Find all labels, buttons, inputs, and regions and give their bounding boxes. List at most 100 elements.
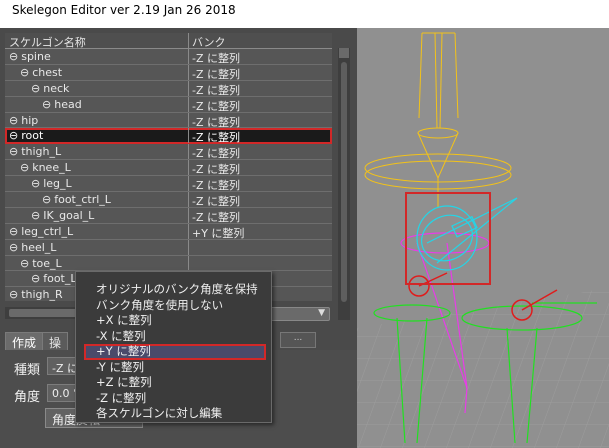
type-label: 種類	[14, 363, 41, 378]
collapse-icon[interactable]: ⊖	[9, 241, 18, 254]
bank-value[interactable]: -Z に整列	[192, 82, 240, 98]
column-divider	[188, 192, 189, 207]
skelegon-name: ⊖ toe_L	[20, 257, 62, 270]
tree-row[interactable]: ⊖ neck -Z に整列	[5, 80, 332, 98]
column-divider	[188, 160, 189, 176]
tree-row[interactable]: ⊖ root -Z に整列	[5, 128, 332, 144]
bank-value[interactable]: +Y に整列	[192, 225, 244, 241]
tree-row[interactable]: ⊖ IK_goal_L -Z に整列	[5, 207, 332, 225]
collapse-icon[interactable]: ⊖	[42, 98, 51, 111]
bank-value[interactable]: -Z に整列	[192, 98, 240, 114]
column-divider[interactable]	[188, 33, 189, 49]
skelegon-name: ⊖ hip	[9, 114, 38, 127]
tree-body: ⊖ spine -Z に整列 ⊖ chest -Z に整列 ⊖ neck -Z に整列 ⊖ head…	[5, 49, 332, 301]
tree-row[interactable]: ⊖ leg_L -Z に整列	[5, 176, 332, 192]
collapse-icon[interactable]: ⊖	[31, 209, 40, 222]
column-divider	[188, 96, 189, 112]
tree-row[interactable]: ⊖ hip -Z に整列	[5, 112, 332, 130]
tree-row[interactable]: ⊖ leg_ctrl_L +Y に整列	[5, 223, 332, 241]
menu-item-keep-original[interactable]: オリジナルのバンク角度を保持	[96, 281, 258, 296]
tree-vertical-scrollbar[interactable]	[338, 48, 350, 320]
menu-item-minus-z[interactable]: -Z に整列	[96, 390, 146, 405]
skelegon-name-text: root	[21, 129, 44, 143]
tree-row[interactable]: ⊖ thigh_L -Z に整列	[5, 144, 332, 160]
menu-item-no-bank[interactable]: バンク角度を使用しない	[96, 297, 223, 312]
left-panel: スケルゴン名称 バンク ⊖ spine -Z に整列 ⊖ chest -Z に整列 ⊖ nec…	[0, 28, 357, 448]
angle-label: 角度	[14, 390, 41, 405]
bank-value[interactable]: -Z に整列	[192, 145, 240, 161]
collapse-icon[interactable]: ⊖	[9, 225, 18, 238]
skelegon-name: ⊖ spine	[9, 50, 51, 63]
collapse-icon[interactable]: ⊖	[9, 50, 18, 63]
spine-bones	[364, 32, 512, 208]
skelegon-name-text: leg_ctrl_L	[21, 224, 74, 238]
tab-operate[interactable]: 操	[42, 332, 69, 350]
column-divider	[188, 64, 189, 80]
skelegon-name-text: leg_L	[43, 177, 72, 191]
collapse-icon[interactable]: ⊖	[20, 161, 29, 174]
menu-item-plus-z[interactable]: +Z に整列	[96, 374, 152, 389]
tree-row[interactable]: ⊖ knee_L -Z に整列	[5, 160, 332, 176]
skelegon-tree[interactable]: スケルゴン名称 バンク ⊖ spine -Z に整列 ⊖ chest -Z に整列 ⊖ nec…	[5, 33, 332, 301]
menu-item-plus-y[interactable]: +Y に整列	[96, 343, 151, 358]
skelegon-name: ⊖ root	[9, 129, 43, 142]
bank-value[interactable]: -Z に整列	[192, 177, 240, 193]
collapse-icon[interactable]: ⊖	[42, 193, 51, 206]
skelegon-name: ⊖ leg_L	[31, 177, 72, 190]
collapse-icon[interactable]: ⊖	[20, 66, 29, 79]
tab-create[interactable]: 作成	[5, 332, 44, 350]
tree-row[interactable]: ⊖ chest -Z に整列	[5, 64, 332, 82]
floor-grid	[357, 288, 609, 448]
tree-row[interactable]: ⊖ heel_L	[5, 239, 332, 256]
column-divider	[188, 128, 189, 144]
window-title: Skelegon Editor ver 2.19 Jan 26 2018	[12, 3, 236, 17]
title-bar: Skelegon Editor ver 2.19 Jan 26 2018	[0, 0, 609, 28]
3d-viewport[interactable]	[357, 28, 609, 448]
menu-item-edit-each[interactable]: 各スケルゴンに対し編集	[96, 405, 222, 420]
skelegon-name-text: heel_L	[21, 240, 57, 254]
skelegon-name: ⊖ neck	[31, 82, 69, 95]
collapse-icon[interactable]: ⊖	[9, 145, 18, 158]
bank-value[interactable]: -Z に整列	[192, 50, 240, 66]
bank-value[interactable]: -Z に整列	[192, 66, 240, 82]
bank-value[interactable]: -Z に整列	[192, 193, 240, 209]
skelegon-name-text: thigh_R	[21, 288, 63, 301]
scrollbar-thumb[interactable]	[341, 62, 347, 302]
collapse-icon[interactable]: ⊖	[31, 177, 40, 190]
column-header-bank[interactable]: バンク	[192, 34, 226, 50]
skelegon-name-text: IK_goal_L	[43, 208, 95, 222]
skelegon-name: ⊖ thigh_L	[9, 145, 61, 158]
bank-value[interactable]: -Z に整列	[192, 209, 240, 225]
column-divider	[188, 223, 189, 239]
tree-row[interactable]: ⊖ toe_L	[5, 255, 332, 272]
skelegon-name: ⊖ foot_L	[31, 272, 77, 285]
menu-item-minus-y[interactable]: -Y に整列	[96, 359, 144, 374]
menu-item-plus-x[interactable]: +X に整列	[96, 312, 152, 327]
bank-value[interactable]: -Z に整列	[192, 129, 240, 145]
collapse-icon[interactable]: ⊖	[9, 129, 18, 142]
tree-header: スケルゴン名称 バンク	[5, 33, 332, 49]
skelegon-name-text: foot_ctrl_L	[54, 193, 111, 207]
skelegon-name-text: spine	[21, 50, 51, 63]
collapse-icon[interactable]: ⊖	[20, 257, 29, 270]
column-header-name[interactable]: スケルゴン名称	[9, 34, 86, 50]
collapse-icon[interactable]: ⊖	[31, 82, 40, 95]
column-divider	[188, 239, 189, 255]
collapse-icon[interactable]: ⊖	[9, 288, 18, 301]
tree-row[interactable]: ⊖ head -Z に整列	[5, 96, 332, 114]
column-divider	[188, 144, 189, 160]
collapse-icon[interactable]: ⊖	[31, 272, 40, 285]
tab-more[interactable]: ...	[280, 332, 316, 348]
bank-value[interactable]: -Z に整列	[192, 114, 240, 130]
scroll-up-icon[interactable]	[339, 48, 349, 58]
skelegon-name-text: thigh_L	[21, 145, 62, 159]
skelegon-name-text: knee_L	[32, 161, 71, 175]
bank-value[interactable]: -Z に整列	[192, 161, 240, 177]
skelegon-name-text: neck	[43, 81, 70, 95]
collapse-icon[interactable]: ⊖	[9, 114, 18, 127]
column-divider	[188, 112, 189, 128]
tree-row[interactable]: ⊖ spine -Z に整列	[5, 49, 332, 65]
menu-item-minus-x[interactable]: -X に整列	[96, 328, 146, 343]
skelegon-name: ⊖ leg_ctrl_L	[9, 225, 73, 238]
tree-row[interactable]: ⊖ foot_ctrl_L -Z に整列	[5, 192, 332, 208]
